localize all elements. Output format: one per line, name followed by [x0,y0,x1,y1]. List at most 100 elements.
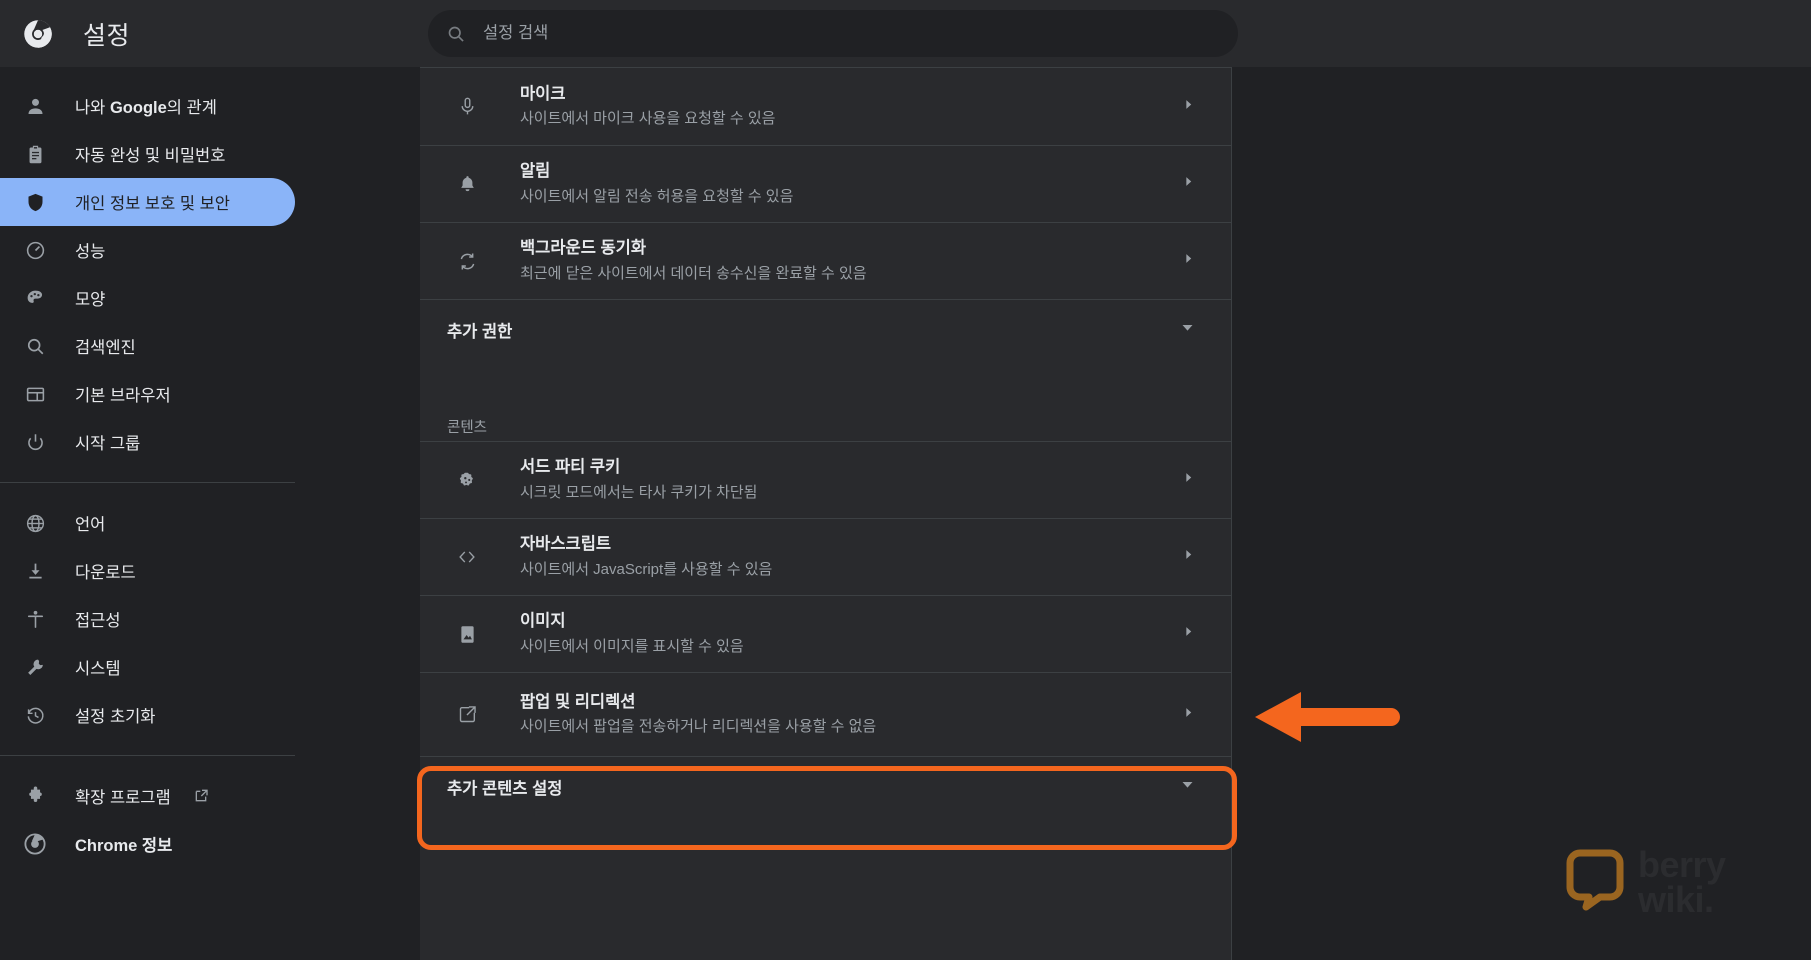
setting-row-title: 알림 [520,162,551,181]
sidebar-item-autofill-passwords[interactable]: 자동 완성 및 비밀번호 [0,130,295,178]
search-icon [446,24,466,44]
section-label: 추가 콘텐츠 설정 [447,779,563,798]
sidebar-item-label: 시작 그룹 [75,435,141,453]
setting-row-subtitle: 최근에 닫은 사이트에서 데이터 송수신을 완료할 수 있음 [520,264,867,282]
section-additional-content-settings[interactable]: 추가 콘텐츠 설정 [420,756,1232,816]
watermark-line2: wiki. [1638,878,1714,920]
card-right-edge [1231,67,1232,960]
section-label: 추가 권한 [447,322,513,341]
palette-icon [23,286,47,310]
sidebar-item-default-browser[interactable]: 기본 브라우저 [0,370,295,418]
settings-window: 설정 나와 Google의 관계 [0,0,1811,960]
sidebar-item-about-chrome[interactable]: Chrome 정보 [0,820,295,868]
page-title: 설정 [83,21,131,50]
search-input[interactable] [483,24,1220,43]
code-brackets-icon [456,546,478,568]
popup-window-icon [456,704,478,726]
sidebar-divider [0,755,295,756]
sidebar-item-system[interactable]: 시스템 [0,643,295,691]
setting-row-text: 자바스크립트 사이트에서 JavaScript를 사용할 수 있음 [520,533,1182,580]
content-group-label: 콘텐츠 [447,419,488,436]
image-icon [456,623,478,645]
external-link-icon [193,788,209,804]
setting-row-text: 팝업 및 리디렉션 사이트에서 팝업을 전송하거나 리디렉션을 사용할 수 없음 [520,691,1182,738]
sidebar-item-extensions[interactable]: 확장 프로그램 [0,772,295,820]
browser-window-icon [23,382,47,406]
sidebar: 나와 Google의 관계 자동 완성 및 비밀번호 개인 정보 보호 및 보안 [0,67,420,960]
accessibility-icon [23,607,47,631]
sidebar-item-appearance[interactable]: 모양 [0,274,295,322]
speedometer-icon [23,238,47,262]
sidebar-item-reset-settings[interactable]: 설정 초기화 [0,691,295,739]
sidebar-item-accessibility[interactable]: 접근성 [0,595,295,643]
sidebar-item-privacy-security[interactable]: 개인 정보 보호 및 보안 [0,178,295,226]
chevron-down-icon[interactable] [1180,320,1195,340]
wrench-icon [23,655,47,679]
setting-row-background-sync[interactable]: 백그라운드 동기화 최근에 닫은 사이트에서 데이터 송수신을 완료할 수 있음 [420,222,1232,299]
setting-row-microphone[interactable]: 마이크 사이트에서 마이크 사용을 요청할 수 있음 [420,68,1232,145]
setting-row-title: 백그라운드 동기화 [520,239,647,258]
power-icon [23,430,47,454]
chevron-right-icon[interactable] [1182,175,1195,193]
setting-row-third-party-cookies[interactable]: 서드 파티 쿠키 시크릿 모드에서는 타사 쿠키가 차단됨 [420,441,1232,518]
setting-row-subtitle: 사이트에서 마이크 사용을 요청할 수 있음 [520,110,776,128]
sidebar-item-label: 다운로드 [75,564,136,582]
search-box[interactable] [428,10,1238,57]
chevron-right-icon[interactable] [1182,252,1195,270]
setting-row-images[interactable]: 이미지 사이트에서 이미지를 표시할 수 있음 [420,595,1232,672]
setting-row-javascript[interactable]: 자바스크립트 사이트에서 JavaScript를 사용할 수 있음 [420,518,1232,595]
clipboard-key-icon [23,142,47,166]
sidebar-item-label: 성능 [75,243,106,261]
setting-row-text: 서드 파티 쿠키 시크릿 모드에서는 타사 쿠키가 차단됨 [520,456,1182,503]
setting-row-notifications[interactable]: 알림 사이트에서 알림 전송 허용을 요청할 수 있음 [420,145,1232,222]
setting-row-title: 서드 파티 쿠키 [520,458,621,477]
chevron-right-icon[interactable] [1182,706,1195,724]
microphone-icon [456,96,478,118]
search-icon [23,334,47,358]
history-restore-icon [23,703,47,727]
setting-row-title: 자바스크립트 [520,535,612,554]
watermark-text: berry wiki. [1638,847,1726,920]
setting-row-text: 이미지 사이트에서 이미지를 표시할 수 있음 [520,610,1182,657]
sidebar-item-you-and-google[interactable]: 나와 Google의 관계 [0,82,295,130]
setting-row-title: 마이크 [520,84,566,103]
sidebar-item-label: 시스템 [75,660,121,678]
sidebar-item-label: Chrome 정보 [75,837,173,855]
chevron-right-icon[interactable] [1182,98,1195,116]
chevron-right-icon[interactable] [1182,548,1195,566]
sidebar-item-label: 기본 브라우저 [75,387,171,405]
person-icon [23,94,47,118]
chevron-down-icon[interactable] [1180,777,1195,797]
sync-icon [456,250,478,272]
setting-row-popups-redirects[interactable]: 팝업 및 리디렉션 사이트에서 팝업을 전송하거나 리디렉션을 사용할 수 없음 [420,672,1232,756]
setting-row-text: 백그라운드 동기화 최근에 닫은 사이트에서 데이터 송수신을 완료할 수 있음 [520,237,1182,284]
setting-row-subtitle: 사이트에서 이미지를 표시할 수 있음 [520,637,744,655]
sidebar-item-languages[interactable]: 언어 [0,499,295,547]
setting-row-title: 이미지 [520,612,566,631]
sidebar-item-downloads[interactable]: 다운로드 [0,547,295,595]
setting-row-text: 알림 사이트에서 알림 전송 허용을 요청할 수 있음 [520,160,1182,207]
puzzle-icon [23,784,47,808]
setting-row-subtitle: 사이트에서 팝업을 전송하거나 리디렉션을 사용할 수 없음 [520,718,877,736]
sidebar-item-performance[interactable]: 성능 [0,226,295,274]
top-bar-brand: 설정 [0,16,420,52]
sidebar-item-label: 접근성 [75,612,121,630]
sidebar-item-label: 설정 초기화 [75,708,156,726]
chevron-right-icon[interactable] [1182,625,1195,643]
shield-icon [23,190,47,214]
chevron-right-icon[interactable] [1182,471,1195,489]
sidebar-item-search-engine[interactable]: 검색엔진 [0,322,295,370]
top-bar: 설정 [0,0,1811,67]
sidebar-item-label: 자동 완성 및 비밀번호 [75,147,226,165]
sidebar-item-label: 검색엔진 [75,339,136,357]
setting-row-subtitle: 사이트에서 JavaScript를 사용할 수 있음 [520,560,773,578]
globe-icon [23,511,47,535]
setting-row-subtitle: 시크릿 모드에서는 타사 쿠키가 차단됨 [520,483,758,501]
chrome-logo-icon [23,832,47,856]
sidebar-item-on-startup[interactable]: 시작 그룹 [0,418,295,466]
sidebar-item-label: 언어 [75,516,106,534]
chrome-logo-icon [23,19,53,49]
sidebar-item-label: 나와 Google의 관계 [75,99,217,117]
watermark: berry wiki. [1566,845,1726,920]
section-additional-permissions[interactable]: 추가 권한 [420,299,1232,359]
